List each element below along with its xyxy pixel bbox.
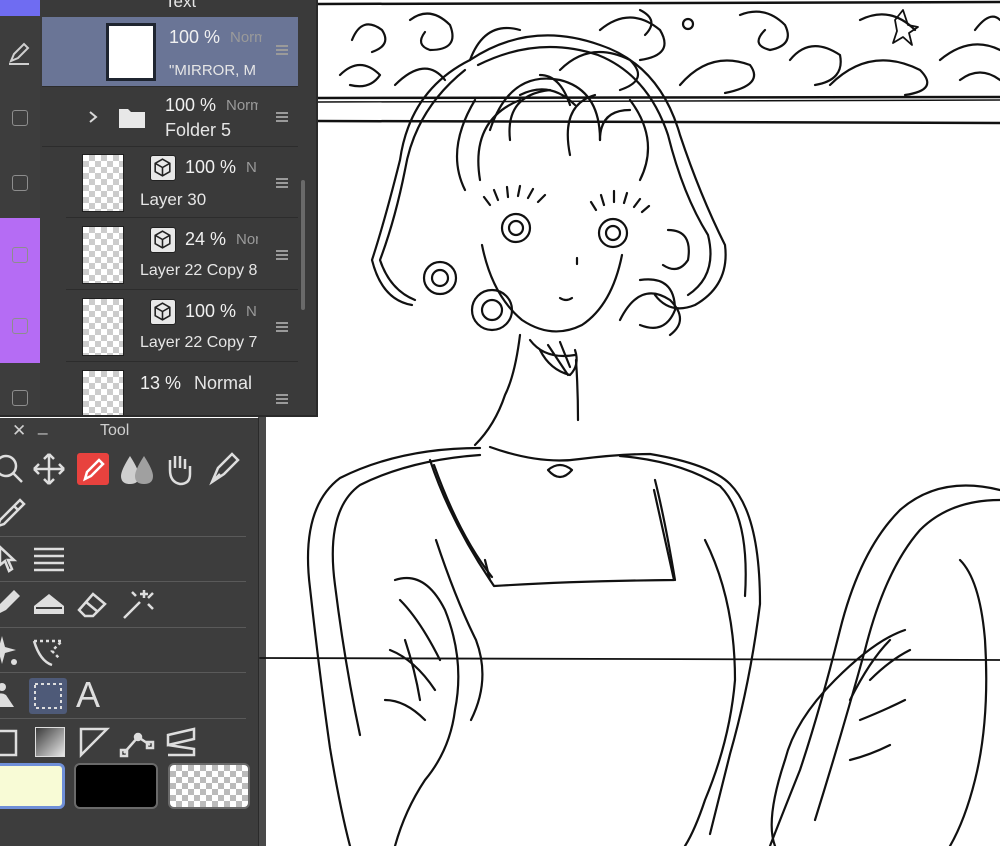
layer-blend-mode: N [246, 303, 257, 320]
fill-bucket-icon[interactable] [30, 586, 68, 624]
drag-handle-icon[interactable] [276, 178, 288, 188]
eyedropper-icon[interactable] [0, 494, 30, 532]
pencil-tool-icon[interactable] [0, 586, 28, 624]
fountain-pen-icon[interactable] [206, 450, 244, 488]
object-select-icon[interactable] [0, 541, 30, 579]
layer-row[interactable]: 100 % N Layer 30 [66, 148, 298, 218]
tool-row [0, 720, 246, 764]
layer-row[interactable]: 100 % Norm "MIRROR, MIR [42, 17, 298, 87]
sub-color-swatch[interactable] [74, 763, 158, 809]
drag-handle-icon[interactable] [276, 394, 288, 404]
drag-handle-icon[interactable] [276, 250, 288, 260]
tool-row [0, 628, 246, 673]
layer-opacity: 13 % [140, 373, 182, 393]
tool-row: A [0, 674, 246, 719]
layer-visibility-column [0, 0, 40, 415]
close-icon[interactable]: ✕ [12, 421, 26, 441]
layer-name: Text [165, 0, 197, 11]
tool-panel-header: ✕ _ Tool [0, 416, 258, 444]
visibility-checkbox[interactable] [12, 390, 28, 406]
layer-blend-mode: Norm [230, 29, 262, 46]
layer-name: Folder 5 [165, 120, 232, 140]
layer-opacity: 100 % [169, 27, 221, 47]
pen-icon[interactable] [6, 40, 32, 66]
vector-tool-icon[interactable] [118, 723, 156, 761]
layer-color-strip [0, 0, 40, 16]
layer-thumbnail [82, 226, 124, 284]
drag-handle-icon[interactable] [276, 45, 288, 55]
layer-opacity: 100 % [185, 157, 237, 177]
layer-row[interactable]: 100 % Norm Folder 5 [42, 87, 298, 147]
visibility-checkbox[interactable] [12, 175, 28, 191]
layer-thumbnail [82, 154, 124, 212]
lines-icon[interactable] [30, 540, 68, 578]
layer-thumbnail [82, 298, 124, 356]
magic-wand-icon[interactable] [118, 586, 156, 624]
layer-opacity: 100 % [165, 95, 217, 115]
tool-row [0, 583, 246, 628]
tool-panel-title: Tool [100, 422, 130, 439]
rectangle-select-icon[interactable] [29, 678, 67, 714]
eraser-icon[interactable] [73, 586, 111, 624]
tool-panel: ✕ _ Tool A [0, 416, 259, 846]
gradient-icon[interactable] [35, 727, 65, 757]
layer-blend-mode: Norm [226, 97, 258, 114]
layer-opacity: 100 % [185, 301, 237, 321]
layer-name: Layer 30 [140, 190, 207, 209]
layer-row[interactable]: 100 % N Layer 22 Copy 7 [66, 292, 298, 362]
drag-handle-icon[interactable] [276, 322, 288, 332]
layer-scrollbar[interactable] [301, 180, 305, 310]
layer-blend-mode: N [246, 159, 257, 176]
layer-blend-mode: Nor [236, 231, 258, 248]
visibility-checkbox[interactable] [12, 110, 28, 126]
layer-thumbnail [106, 23, 156, 81]
layer-row[interactable]: 13 % Normal [66, 364, 298, 415]
frame-tool-icon[interactable] [0, 677, 28, 715]
perspective-ruler-icon[interactable] [162, 723, 200, 761]
tool-row [0, 537, 246, 582]
layer-thumbnail [82, 370, 124, 415]
sparkle-icon[interactable] [0, 632, 26, 670]
layer-opacity: 24 % [185, 229, 227, 249]
layer-row[interactable]: 24 % Nor Layer 22 Copy 8 [66, 220, 298, 290]
blend-tool-icon[interactable] [118, 450, 156, 488]
chevron-right-icon[interactable] [86, 110, 100, 124]
square-shape-icon[interactable] [0, 723, 24, 761]
main-color-swatch[interactable] [0, 763, 65, 809]
zoom-icon[interactable] [0, 450, 30, 488]
layer-blend-mode: Normal [194, 373, 253, 393]
layer-name: Layer 22 Copy 7 [140, 334, 258, 351]
tool-row [0, 492, 246, 537]
3d-layer-icon [150, 227, 176, 253]
move-icon[interactable] [30, 450, 68, 488]
hand-icon[interactable] [160, 450, 198, 488]
3d-layer-icon [150, 299, 176, 325]
minimize-icon[interactable]: _ [38, 416, 47, 436]
lasso-icon[interactable] [30, 631, 68, 669]
layer-color-strip [0, 218, 40, 363]
layer-name: Layer 22 Copy 8 [140, 262, 258, 279]
ruler-icon[interactable] [75, 723, 113, 761]
layer-panel: Text 100 % Norm "MIRROR, MIR 100 % Norm … [0, 0, 318, 417]
layer-name: "MIRROR, MIR [169, 62, 257, 79]
tool-row [0, 448, 246, 492]
text-tool-icon[interactable]: A [76, 676, 114, 714]
3d-layer-icon [150, 155, 176, 181]
pen-tool-icon[interactable] [77, 453, 109, 485]
folder-icon [119, 109, 145, 128]
visibility-checkbox[interactable] [12, 247, 28, 263]
drag-handle-icon[interactable] [276, 112, 288, 122]
visibility-checkbox[interactable] [12, 318, 28, 334]
transparent-color-swatch[interactable] [168, 763, 250, 809]
